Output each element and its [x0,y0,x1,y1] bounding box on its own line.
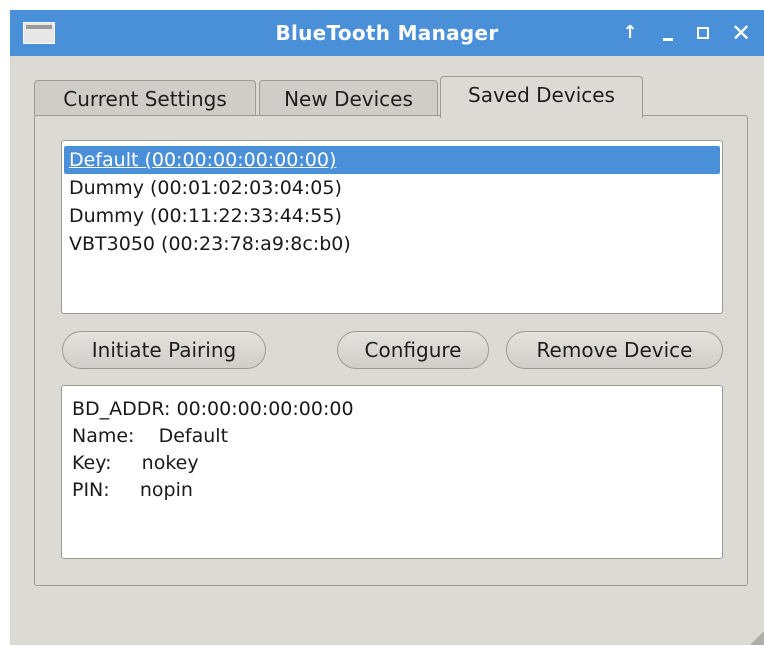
initiate-pairing-button[interactable]: Initiate Pairing [62,331,266,369]
detail-key: Key: nokey [72,452,199,474]
arrow-up-icon: ↑ [622,22,638,43]
configure-button[interactable]: Configure [337,331,489,369]
detail-pin: PIN: nopin [72,479,193,501]
minimize-icon [663,38,673,41]
tab-current-settings[interactable]: Current Settings [34,80,256,116]
bluetooth-manager-window: BlueTooth Manager ↑ ✕ Current Settings N… [10,10,764,645]
remove-device-button[interactable]: Remove Device [506,331,723,369]
saved-devices-panel: Default (00:00:00:00:00:00) Dummy (00:01… [34,115,748,586]
detail-bd-addr: BD_ADDR: 00:00:00:00:00:00 [72,398,354,420]
tab-saved-devices[interactable]: Saved Devices [440,76,643,118]
list-item[interactable]: Default (00:00:00:00:00:00) [64,146,720,174]
tab-new-devices[interactable]: New Devices [259,80,438,116]
minimize-button[interactable] [655,19,681,47]
resize-grip[interactable] [750,631,764,645]
maximize-icon [697,27,709,39]
device-details-box[interactable]: BD_ADDR: 00:00:00:00:00:00 Name: Default… [61,385,723,559]
list-item[interactable]: Dummy (00:11:22:33:44:55) [64,202,720,230]
title-bar[interactable]: BlueTooth Manager ↑ ✕ [10,10,764,56]
maximize-button[interactable] [690,19,716,47]
list-item[interactable]: VBT3050 (00:23:78:a9:8c:b0) [64,230,720,258]
close-icon: ✕ [730,19,752,47]
list-item[interactable]: Dummy (00:01:02:03:04:05) [64,174,720,202]
saved-device-list[interactable]: Default (00:00:00:00:00:00) Dummy (00:01… [61,140,723,314]
close-button[interactable]: ✕ [728,19,754,47]
keep-above-button[interactable]: ↑ [617,19,643,47]
detail-name: Name: Default [72,425,229,447]
window-title: BlueTooth Manager [275,21,499,45]
